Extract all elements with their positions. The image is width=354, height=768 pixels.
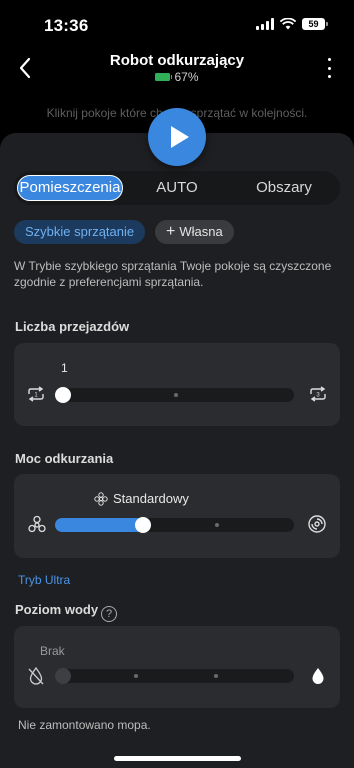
water-level-card: Brak bbox=[14, 626, 340, 708]
quick-clean-description: W Trybie szybkiego sprzątania Twoje poko… bbox=[14, 259, 332, 289]
mop-status-note: Nie zamontowano mopa. bbox=[18, 718, 151, 732]
suction-value: Standardowy bbox=[94, 491, 189, 506]
water-level-slider[interactable] bbox=[55, 668, 294, 684]
water-level-title: Poziom wody? bbox=[15, 602, 118, 622]
water-level-slider-handle[interactable] bbox=[55, 668, 71, 684]
suction-slider-fill bbox=[55, 518, 147, 532]
cleaning-mode-tabs: Pomieszczenia AUTO Obszary bbox=[14, 171, 340, 205]
suction-title: Moc odkurzania bbox=[15, 451, 114, 466]
tab-auto[interactable]: AUTO bbox=[127, 175, 227, 201]
more-options-icon[interactable] bbox=[326, 58, 332, 78]
repeat-once-icon: 1 bbox=[28, 386, 44, 402]
battery-percent: 67% bbox=[174, 70, 199, 84]
start-cleaning-button[interactable] bbox=[148, 108, 206, 166]
battery-level: 59 bbox=[302, 18, 325, 30]
fan-max-icon bbox=[308, 515, 326, 533]
passes-value: 1 bbox=[61, 361, 68, 375]
custom-mode-chip[interactable]: + Własna bbox=[155, 220, 234, 244]
water-off-icon bbox=[28, 666, 44, 685]
suction-value-label: Standardowy bbox=[113, 491, 189, 506]
repeat-three-icon: 3 bbox=[310, 386, 326, 402]
water-level-title-text: Poziom wody bbox=[15, 602, 99, 617]
passes-max-label: 3 bbox=[316, 393, 320, 399]
battery-icon bbox=[155, 73, 173, 81]
suction-slider[interactable] bbox=[55, 517, 294, 533]
water-level-value: Brak bbox=[40, 644, 65, 658]
help-icon[interactable]: ? bbox=[101, 606, 118, 622]
ultra-mode-link[interactable]: Tryb Ultra bbox=[18, 573, 70, 587]
play-icon bbox=[170, 126, 189, 148]
tab-rooms[interactable]: Pomieszczenia bbox=[17, 175, 123, 201]
passes-card: 1 1 3 bbox=[14, 343, 340, 426]
cellular-signal-icon bbox=[256, 18, 274, 30]
status-bar: 13:36 59 bbox=[0, 0, 354, 48]
page-title: Robot odkurzający bbox=[109, 52, 245, 69]
passes-slider[interactable] bbox=[55, 387, 294, 403]
suction-card: Standardowy bbox=[14, 474, 340, 558]
passes-min-label: 1 bbox=[34, 393, 38, 399]
status-icons: 59 bbox=[256, 18, 328, 30]
robot-battery-status: 67% bbox=[0, 70, 354, 84]
passes-slider-handle[interactable] bbox=[55, 387, 71, 403]
quick-clean-chip[interactable]: Szybkie sprzątanie bbox=[14, 220, 146, 244]
custom-mode-label: Własna bbox=[179, 224, 223, 239]
wifi-icon bbox=[280, 18, 296, 30]
suction-slider-handle[interactable] bbox=[135, 517, 151, 533]
battery-icon: 59 bbox=[302, 18, 328, 30]
app-header: Robot odkurzający 67% bbox=[0, 48, 354, 92]
home-indicator[interactable] bbox=[114, 756, 241, 761]
fan-icon bbox=[94, 491, 108, 506]
status-time: 13:36 bbox=[44, 16, 89, 35]
passes-title: Liczba przejazdów bbox=[15, 319, 130, 334]
water-drop-icon bbox=[312, 668, 324, 684]
tab-areas[interactable]: Obszary bbox=[231, 175, 337, 201]
plus-icon: + bbox=[166, 223, 176, 240]
fan-low-icon bbox=[28, 515, 46, 533]
